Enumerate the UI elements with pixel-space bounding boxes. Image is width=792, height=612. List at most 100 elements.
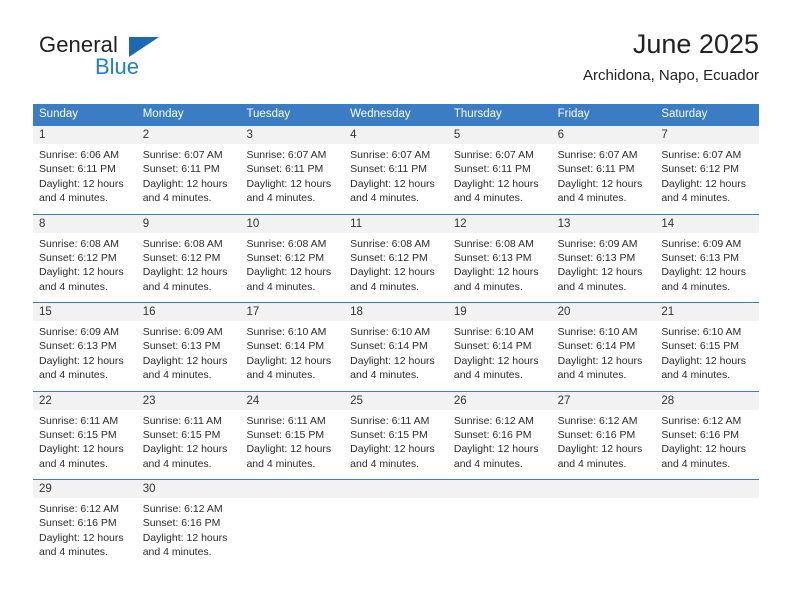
calendar-day-cell[interactable]: 13 Sunrise: 6:09 AM Sunset: 6:13 PM Dayligh… bbox=[551, 214, 656, 302]
daylight-text-line2: and 4 minutes. bbox=[350, 192, 420, 205]
sunset-text: Sunset: 6:16 PM bbox=[557, 428, 636, 441]
day-number bbox=[240, 480, 345, 498]
sunrise-text: Sunrise: 6:10 AM bbox=[350, 326, 431, 338]
calendar-day-cell[interactable]: 14 Sunrise: 6:09 AM Sunset: 6:13 PM Dayligh… bbox=[655, 214, 760, 302]
calendar-day-cell-empty bbox=[344, 480, 448, 561]
calendar-day-cell[interactable]: 8 Sunrise: 6:08 AM Sunset: 6:12 PM Daylight… bbox=[33, 214, 137, 302]
calendar-day-cell[interactable]: 23 Sunrise: 6:11 AM Sunset: 6:15 PM Dayligh… bbox=[136, 391, 241, 479]
daylight-text-line1: Daylight: 12 hours bbox=[39, 266, 124, 279]
sunrise-text: Sunrise: 6:08 AM bbox=[39, 237, 119, 250]
day-number bbox=[551, 480, 656, 498]
calendar-day-cell[interactable]: 4 Sunrise: 6:07 AM Sunset: 6:11 PM Daylight… bbox=[344, 126, 448, 214]
calendar-day-cell[interactable]: 7 Sunrise: 6:07 AM Sunset: 6:12 PM Daylight… bbox=[655, 126, 760, 214]
calendar-day-cell[interactable]: 11 Sunrise: 6:08 AM Sunset: 6:12 PM Dayligh… bbox=[344, 214, 448, 302]
sunrise-text: Sunrise: 6:07 AM bbox=[246, 149, 327, 161]
sunrise-text: Sunrise: 6:11 AM bbox=[39, 414, 119, 427]
calendar-day-cell[interactable]: 10 Sunrise: 6:08 AM Sunset: 6:12 PM Dayligh… bbox=[240, 214, 345, 302]
day-number: 12 bbox=[447, 214, 552, 233]
day-details: Sunrise: 6:08 AM Sunset: 6:12 PM Daylight:… bbox=[137, 233, 241, 295]
calendar-week-row: 29 Sunrise: 6:12 AM Sunset: 6:16 PM Dayligh… bbox=[33, 479, 760, 561]
day-number: 4 bbox=[344, 126, 448, 144]
day-number: 5 bbox=[447, 126, 552, 144]
calendar-day-cell[interactable]: 25 Sunrise: 6:11 AM Sunset: 6:15 PM Dayligh… bbox=[344, 391, 448, 479]
day-number: 8 bbox=[33, 214, 137, 233]
calendar-day-cell[interactable]: 22 Sunrise: 6:11 AM Sunset: 6:15 PM Dayligh… bbox=[33, 391, 137, 479]
calendar-day-cell[interactable]: 24 Sunrise: 6:11 AM Sunset: 6:15 PM Dayligh… bbox=[240, 391, 345, 479]
day-number: 3 bbox=[240, 126, 345, 144]
weekday-header-saturday: Saturday bbox=[661, 108, 708, 120]
daylight-text-line1: Daylight: 12 hours bbox=[350, 354, 435, 367]
calendar-day-cell[interactable]: 29 Sunrise: 6:12 AM Sunset: 6:16 PM Dayligh… bbox=[33, 480, 137, 561]
day-details: Sunrise: 6:09 AM Sunset: 6:13 PM Daylight:… bbox=[655, 233, 759, 295]
calendar-day-cell[interactable]: 28 Sunrise: 6:12 AM Sunset: 6:16 PM Dayligh… bbox=[655, 391, 760, 479]
daylight-text-line1: Daylight: 12 hours bbox=[557, 266, 643, 279]
calendar-weeks: 1 Sunrise: 6:06 AM Sunset: 6:11 PM Daylight… bbox=[33, 125, 760, 561]
daylight-text-line2: and 4 minutes. bbox=[661, 457, 731, 470]
calendar-day-cell[interactable]: 21 Sunrise: 6:10 AM Sunset: 6:15 PM Dayligh… bbox=[655, 303, 760, 391]
calendar-day-cell[interactable]: 27 Sunrise: 6:12 AM Sunset: 6:16 PM Dayligh… bbox=[551, 391, 656, 479]
calendar-day-cell[interactable]: 19 Sunrise: 6:10 AM Sunset: 6:14 PM Dayligh… bbox=[447, 303, 552, 391]
calendar-day-cell[interactable]: 17 Sunrise: 6:10 AM Sunset: 6:14 PM Dayligh… bbox=[240, 303, 345, 391]
day-details: Sunrise: 6:07 AM Sunset: 6:12 PM Daylight:… bbox=[655, 144, 759, 206]
daylight-text-line1: Daylight: 12 hours bbox=[246, 266, 332, 279]
daylight-text-line1: Daylight: 12 hours bbox=[142, 177, 228, 190]
day-number: 6 bbox=[551, 126, 656, 144]
day-details: Sunrise: 6:12 AM Sunset: 6:16 PM Daylight:… bbox=[33, 498, 137, 560]
calendar-day-cell[interactable]: 6 Sunrise: 6:07 AM Sunset: 6:11 PM Daylight… bbox=[551, 126, 656, 214]
daylight-text-line2: and 4 minutes. bbox=[39, 192, 108, 205]
day-details: Sunrise: 6:08 AM Sunset: 6:12 PM Daylight:… bbox=[33, 233, 137, 295]
weekday-header-thursday: Thursday bbox=[453, 108, 502, 120]
calendar-page: General Blue June 2025 Archidona, Napo, … bbox=[0, 0, 792, 612]
general-blue-logo[interactable]: General Blue bbox=[33, 32, 253, 88]
daylight-text-line1: Daylight: 12 hours bbox=[246, 354, 332, 367]
sunrise-text: Sunrise: 6:07 AM bbox=[557, 149, 638, 161]
daylight-text-line2: and 4 minutes. bbox=[246, 457, 316, 470]
calendar-day-cell[interactable]: 26 Sunrise: 6:12 AM Sunset: 6:16 PM Dayligh… bbox=[447, 391, 552, 479]
daylight-text-line2: and 4 minutes. bbox=[350, 369, 420, 382]
daylight-text-line2: and 4 minutes. bbox=[39, 546, 108, 559]
weekday-header-tuesday: Tuesday bbox=[246, 108, 291, 120]
sunrise-text: Sunrise: 6:09 AM bbox=[142, 326, 223, 338]
sunset-text: Sunset: 6:12 PM bbox=[661, 163, 739, 176]
day-number: 16 bbox=[136, 303, 241, 321]
sunrise-text: Sunrise: 6:12 AM bbox=[142, 503, 223, 515]
sunset-text: Sunset: 6:16 PM bbox=[142, 517, 221, 530]
daylight-text-line1: Daylight: 12 hours bbox=[142, 354, 228, 367]
day-details: Sunrise: 6:10 AM Sunset: 6:14 PM Daylight:… bbox=[240, 321, 344, 383]
calendar-day-cell[interactable]: 30 Sunrise: 6:12 AM Sunset: 6:16 PM Dayligh… bbox=[136, 480, 241, 561]
calendar-day-cell[interactable]: 18 Sunrise: 6:10 AM Sunset: 6:14 PM Dayligh… bbox=[344, 303, 448, 391]
sunrise-text: Sunrise: 6:09 AM bbox=[557, 237, 638, 250]
calendar-day-cell[interactable]: 20 Sunrise: 6:10 AM Sunset: 6:14 PM Dayligh… bbox=[551, 303, 656, 391]
daylight-text-line1: Daylight: 12 hours bbox=[350, 266, 435, 279]
daylight-text-line2: and 4 minutes. bbox=[246, 369, 316, 382]
calendar-day-cell[interactable]: 3 Sunrise: 6:07 AM Sunset: 6:11 PM Daylight… bbox=[240, 126, 345, 214]
daylight-text-line1: Daylight: 12 hours bbox=[453, 177, 539, 190]
calendar-day-cell[interactable]: 5 Sunrise: 6:07 AM Sunset: 6:11 PM Daylight… bbox=[447, 126, 552, 214]
day-details: Sunrise: 6:07 AM Sunset: 6:11 PM Daylight:… bbox=[552, 144, 656, 206]
calendar-day-cell[interactable]: 12 Sunrise: 6:08 AM Sunset: 6:13 PM Dayligh… bbox=[447, 214, 552, 302]
day-number: 10 bbox=[240, 214, 345, 233]
day-number bbox=[447, 480, 552, 498]
sunrise-text: Sunrise: 6:08 AM bbox=[453, 237, 534, 250]
day-number: 2 bbox=[136, 126, 241, 144]
calendar-day-cell[interactable]: 9 Sunrise: 6:08 AM Sunset: 6:12 PM Daylight… bbox=[136, 214, 241, 302]
daylight-text-line2: and 4 minutes. bbox=[557, 280, 627, 293]
calendar-week-row: 15 Sunrise: 6:09 AM Sunset: 6:13 PM Dayligh… bbox=[33, 302, 760, 391]
weekday-header-row: Sunday Monday Tuesday Wednesday Thursday… bbox=[33, 104, 759, 125]
daylight-text-line1: Daylight: 12 hours bbox=[453, 266, 539, 279]
sunset-text: Sunset: 6:11 PM bbox=[246, 163, 324, 176]
daylight-text-line2: and 4 minutes. bbox=[39, 369, 108, 382]
calendar-day-cell[interactable]: 16 Sunrise: 6:09 AM Sunset: 6:13 PM Dayligh… bbox=[136, 303, 241, 391]
daylight-text-line1: Daylight: 12 hours bbox=[661, 177, 746, 190]
daylight-text-line2: and 4 minutes. bbox=[142, 369, 212, 382]
calendar-day-cell[interactable]: 15 Sunrise: 6:09 AM Sunset: 6:13 PM Dayligh… bbox=[33, 303, 137, 391]
calendar-day-cell[interactable]: 1 Sunrise: 6:06 AM Sunset: 6:11 PM Daylight… bbox=[33, 126, 137, 214]
daylight-text-line2: and 4 minutes. bbox=[350, 457, 420, 470]
day-details: Sunrise: 6:11 AM Sunset: 6:15 PM Daylight:… bbox=[137, 410, 241, 472]
sunset-text: Sunset: 6:14 PM bbox=[557, 340, 636, 353]
calendar-week-row: 1 Sunrise: 6:06 AM Sunset: 6:11 PM Daylight… bbox=[33, 125, 760, 214]
day-number: 28 bbox=[655, 391, 760, 410]
sunrise-text: Sunrise: 6:08 AM bbox=[246, 237, 327, 250]
daylight-text-line1: Daylight: 12 hours bbox=[557, 354, 643, 367]
calendar-day-cell[interactable]: 2 Sunrise: 6:07 AM Sunset: 6:11 PM Daylight… bbox=[136, 126, 241, 214]
